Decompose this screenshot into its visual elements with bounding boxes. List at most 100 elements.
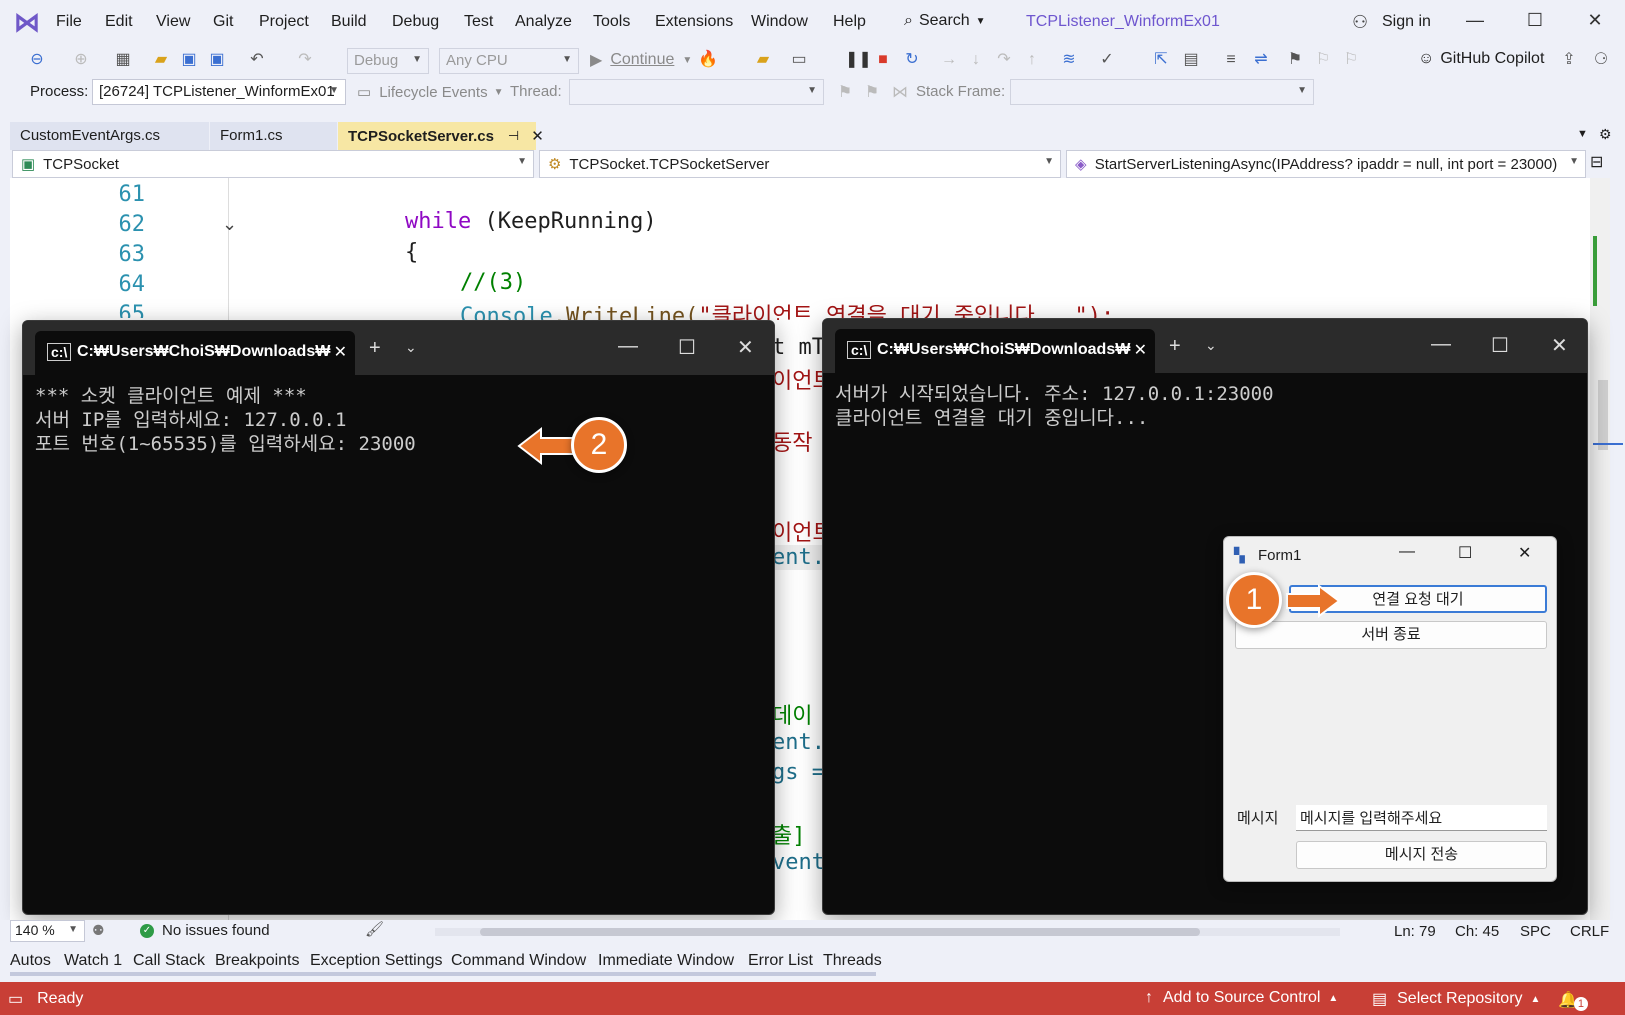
collapse-chevron-icon[interactable]: ⌄	[222, 214, 237, 235]
menu-git[interactable]: Git	[213, 13, 233, 31]
member-navigation-select[interactable]: ◈ StartServerListeningAsync(IPAddress? i…	[1066, 150, 1586, 178]
gear-icon[interactable]: ⚙	[1599, 126, 1612, 143]
horizontal-scrollbar-thumb[interactable]	[480, 928, 1200, 936]
stop-server-button[interactable]: 서버 종료	[1235, 621, 1547, 649]
tab-customeventargs[interactable]: CustomEventArgs.cs	[10, 122, 210, 150]
client-console-window[interactable]: c:\ C:₩Users₩ChoiS₩Downloads₩ ✕ + ⌄ — ☐ …	[22, 320, 775, 915]
tab-form1[interactable]: Form1.cs	[210, 122, 338, 150]
indent-icon[interactable]: ≡	[1220, 50, 1242, 70]
zoom-select[interactable]: 140 % ▼	[10, 920, 85, 942]
flag-all-icon[interactable]: ⚑	[861, 83, 883, 103]
step-over-icon[interactable]: ↷	[993, 50, 1015, 70]
select-repository-button[interactable]: ▤ Select Repository ▲	[1372, 989, 1540, 1009]
maximize-button[interactable]: ☐	[1458, 543, 1472, 563]
process-select[interactable]: [26724] TCPListener_WinformEx01 ▼	[92, 79, 346, 105]
close-icon[interactable]: ✕	[531, 127, 544, 145]
tab-threads[interactable]: Threads	[823, 952, 882, 970]
send-message-button[interactable]: 메시지 전송	[1296, 841, 1547, 869]
folder-icon[interactable]: ▰	[752, 50, 774, 70]
next-bookmark-icon[interactable]: ⚐	[1340, 50, 1362, 70]
flag-icon[interactable]: ⚑	[834, 83, 856, 103]
back-icon[interactable]: ⊖	[26, 50, 48, 70]
new-tab-icon[interactable]: +	[369, 337, 381, 360]
close-icon[interactable]: ✕	[1134, 340, 1147, 360]
save-all-icon[interactable]: ▣	[206, 50, 228, 70]
menu-extensions[interactable]: Extensions	[655, 13, 733, 31]
notifications-button[interactable]: 🔔 1	[1558, 989, 1588, 1011]
minimize-button[interactable]: —	[1455, 10, 1495, 36]
close-button[interactable]: ✕	[1551, 333, 1568, 358]
new-item-icon[interactable]: ▦	[112, 50, 134, 70]
console-tab[interactable]: c:\ C:₩Users₩ChoiS₩Downloads₩ ✕	[835, 329, 1155, 373]
line-indicator[interactable]: Ln: 79	[1394, 923, 1436, 940]
show-next-statement-icon[interactable]: →	[938, 50, 960, 70]
bookmark-icon[interactable]: ⚑	[1284, 50, 1306, 70]
add-to-source-control-button[interactable]: ↑ Add to Source Control ▲	[1145, 989, 1338, 1007]
issues-indicator[interactable]: ✓ No issues found	[140, 922, 270, 939]
stop-icon[interactable]: ■	[872, 50, 894, 70]
type-navigation-select[interactable]: ⚙ TCPSocket.TCPSocketServer ▼	[539, 150, 1061, 178]
menu-tools[interactable]: Tools	[593, 13, 630, 31]
continue-button[interactable]: ▶ Continue ▼	[590, 50, 692, 70]
lifecycle-events-button[interactable]: ▭ Lifecycle Events ▼	[357, 83, 503, 102]
close-button[interactable]: ✕	[1575, 10, 1615, 36]
minimize-button[interactable]: —	[1431, 333, 1451, 356]
layout-icon[interactable]: ▤	[1180, 50, 1202, 70]
hot-reload-icon[interactable]: 🔥	[697, 50, 719, 70]
thread-select[interactable]: ▼	[569, 79, 824, 105]
save-icon[interactable]: ▣	[178, 50, 200, 70]
tab-exception-settings[interactable]: Exception Settings	[310, 952, 443, 970]
maximize-button[interactable]: ☐	[1491, 333, 1509, 358]
minimize-button[interactable]: —	[618, 335, 638, 358]
tab-autos[interactable]: Autos	[10, 952, 51, 970]
pause-icon[interactable]: ❚❚	[845, 50, 872, 70]
stack-frame-select[interactable]: ▼	[1010, 79, 1314, 105]
close-button[interactable]: ✕	[1518, 543, 1531, 563]
cursor-icon[interactable]: ⇱	[1150, 50, 1172, 70]
step-into-icon[interactable]: ↓	[965, 50, 987, 70]
diagnostics-icon[interactable]: ≋	[1058, 50, 1080, 70]
screen-icon[interactable]: ▭	[788, 50, 810, 70]
maximize-button[interactable]: ☐	[1515, 10, 1555, 36]
maximize-button[interactable]: ☐	[678, 335, 696, 360]
line-ending-indicator[interactable]: CRLF	[1570, 923, 1609, 940]
tab-error-list[interactable]: Error List	[748, 952, 813, 970]
configuration-select[interactable]: Debug ▼	[347, 48, 429, 74]
redo-icon[interactable]: ↷	[294, 50, 316, 70]
scrollbar-thumb[interactable]	[1598, 380, 1608, 450]
menu-edit[interactable]: Edit	[105, 13, 133, 31]
tab-command-window[interactable]: Command Window	[451, 952, 586, 970]
undo-icon[interactable]: ↶	[246, 50, 268, 70]
column-indicator[interactable]: Ch: 45	[1455, 923, 1499, 940]
menu-analyze[interactable]: Analyze	[515, 13, 572, 31]
chevron-down-icon[interactable]: ⌄	[405, 339, 417, 356]
cleanup-brush-icon[interactable]: 🖌	[365, 920, 384, 938]
close-icon[interactable]: ✕	[334, 342, 347, 362]
tab-immediate-window[interactable]: Immediate Window	[598, 952, 734, 970]
tab-breakpoints[interactable]: Breakpoints	[215, 952, 300, 970]
open-folder-icon[interactable]: ▰	[150, 50, 172, 70]
menu-project[interactable]: Project	[259, 13, 309, 31]
project-navigation-select[interactable]: ▣ TCPSocket ▼	[12, 150, 534, 178]
close-button[interactable]: ✕	[737, 335, 754, 360]
console-tab[interactable]: c:\ C:₩Users₩ChoiS₩Downloads₩ ✕	[35, 331, 355, 375]
new-tab-icon[interactable]: +	[1169, 335, 1181, 358]
github-copilot-button[interactable]: ☺ GitHub Copilot	[1418, 50, 1544, 68]
menu-window[interactable]: Window	[751, 13, 808, 31]
menu-help[interactable]: Help	[833, 13, 866, 31]
feedback-icon[interactable]: ⚆	[1590, 50, 1612, 70]
tab-tcpsocketserver[interactable]: TCPSocketServer.cs ⊣ ✕	[338, 122, 544, 150]
sign-in-link[interactable]: Sign in	[1382, 13, 1431, 31]
step-out-icon[interactable]: ↑	[1021, 50, 1043, 70]
spellcheck-icon[interactable]: ✓	[1096, 50, 1118, 70]
toggle-icon[interactable]: ⋈	[889, 83, 911, 103]
forward-icon[interactable]: ⊕	[70, 50, 92, 70]
intellicode-icon[interactable]: ⚉	[92, 922, 105, 939]
comment-icon[interactable]: ⇌	[1250, 50, 1272, 70]
prev-bookmark-icon[interactable]: ⚐	[1312, 50, 1334, 70]
restart-icon[interactable]: ↻	[901, 50, 923, 70]
pin-icon[interactable]: ⊣	[508, 128, 519, 144]
whitespace-indicator[interactable]: SPC	[1520, 923, 1551, 940]
platform-select[interactable]: Any CPU ▼	[439, 48, 579, 74]
split-editor-icon[interactable]: ⊟	[1590, 152, 1603, 172]
